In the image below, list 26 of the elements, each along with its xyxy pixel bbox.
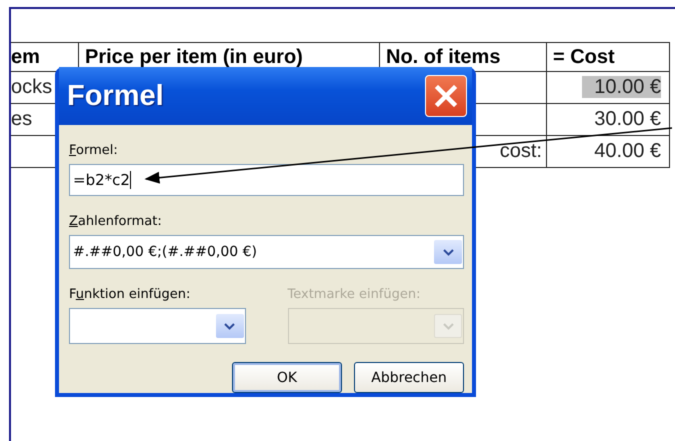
chevron-down-icon <box>224 322 235 330</box>
close-button[interactable] <box>425 75 467 117</box>
column-header: = Cost <box>553 46 615 68</box>
table-cell: cost: <box>500 140 542 162</box>
field-label: Zahlenformat: <box>69 214 163 229</box>
table-cell: 30.00 € <box>594 108 661 130</box>
column-header: Price per item (in euro) <box>85 46 303 68</box>
field-label: Formel: <box>69 143 119 158</box>
formula-input[interactable]: =b2*c2 <box>69 164 464 196</box>
cancel-button[interactable]: Abbrechen <box>354 362 464 393</box>
table-cell: es <box>11 108 32 130</box>
column-header: No. of items <box>386 46 500 68</box>
column-header: em <box>11 46 40 68</box>
field-label: Funktion einfügen: <box>69 287 192 302</box>
chevron-down-icon <box>442 322 454 330</box>
chevron-down-icon <box>442 248 454 256</box>
ok-button[interactable]: OK <box>232 362 342 393</box>
dropdown-button[interactable] <box>434 240 462 264</box>
dropdown[interactable]: #.##0,00 €;(#.##0,00 €) <box>69 235 464 269</box>
field-label: Textmarke einfügen: <box>288 287 422 302</box>
table-cell: ocks <box>11 76 52 98</box>
close-icon <box>434 84 458 108</box>
table-cell: 10.00 € <box>582 76 661 98</box>
dropdown-button[interactable] <box>216 314 244 338</box>
table-cell: 40.00 € <box>594 140 661 162</box>
dialog-title: Formel <box>67 80 164 112</box>
